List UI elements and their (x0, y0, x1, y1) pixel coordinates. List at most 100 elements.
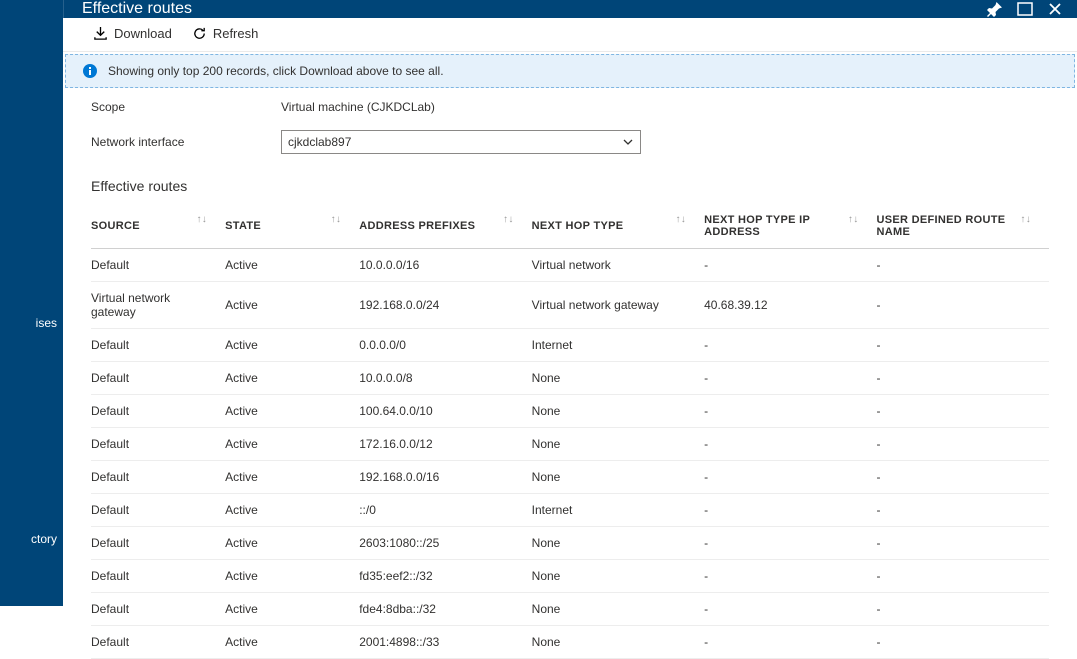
cell-state: Active (225, 282, 359, 329)
cell-source: Default (91, 593, 225, 626)
cell-nexthop_type: None (532, 461, 704, 494)
cell-source: Default (91, 395, 225, 428)
cell-prefixes: 10.0.0.0/16 (359, 249, 531, 282)
cell-state: Active (225, 494, 359, 527)
cell-udr_name: - (877, 428, 1049, 461)
cell-state: Active (225, 249, 359, 282)
cell-nexthop_ip: - (704, 494, 876, 527)
cell-prefixes: 2603:1080::/25 (359, 527, 531, 560)
table-row[interactable]: DefaultActive192.168.0.0/16None-- (91, 461, 1049, 494)
cell-source: Default (91, 428, 225, 461)
cell-udr_name: - (877, 395, 1049, 428)
cell-prefixes: fde4:8dba::/32 (359, 593, 531, 626)
col-state[interactable]: State↑↓ (225, 204, 359, 249)
cell-udr_name: - (877, 560, 1049, 593)
cell-nexthop_type: None (532, 593, 704, 626)
cell-prefixes: ::/0 (359, 494, 531, 527)
left-nav: ises ctory (0, 0, 63, 606)
nic-label: Network interface (91, 135, 281, 149)
cell-source: Virtual network gateway (91, 282, 225, 329)
download-icon (93, 26, 108, 41)
table-row[interactable]: Virtual network gatewayActive192.168.0.0… (91, 282, 1049, 329)
cell-prefixes: 172.16.0.0/12 (359, 428, 531, 461)
cell-nexthop_ip: - (704, 362, 876, 395)
col-udr-name[interactable]: User Defined Route Name↑↓ (877, 204, 1049, 249)
cell-source: Default (91, 626, 225, 659)
cell-nexthop_type: None (532, 395, 704, 428)
refresh-label: Refresh (213, 26, 259, 41)
cell-prefixes: 100.64.0.0/10 (359, 395, 531, 428)
nic-dropdown-value: cjkdclab897 (288, 135, 351, 149)
cell-state: Active (225, 626, 359, 659)
page-title: Effective routes (82, 0, 192, 18)
table-row[interactable]: DefaultActive2603:1080::/25None-- (91, 527, 1049, 560)
table-row[interactable]: DefaultActivefd35:eef2::/32None-- (91, 560, 1049, 593)
cell-prefixes: 192.168.0.0/16 (359, 461, 531, 494)
cell-nexthop_ip: 40.68.39.12 (704, 282, 876, 329)
chevron-down-icon (622, 136, 634, 148)
main-panel: Effective routes Download Refresh Showin… (63, 0, 1077, 606)
table-row[interactable]: DefaultActive0.0.0.0/0Internet-- (91, 329, 1049, 362)
table-row[interactable]: DefaultActive172.16.0.0/12None-- (91, 428, 1049, 461)
cell-nexthop_ip: - (704, 461, 876, 494)
cell-prefixes: 10.0.0.0/8 (359, 362, 531, 395)
cell-state: Active (225, 362, 359, 395)
cell-udr_name: - (877, 329, 1049, 362)
cell-udr_name: - (877, 527, 1049, 560)
cell-source: Default (91, 362, 225, 395)
cell-nexthop_type: None (532, 428, 704, 461)
table-row[interactable]: DefaultActive100.64.0.0/10None-- (91, 395, 1049, 428)
pin-icon[interactable] (987, 1, 1003, 17)
col-nexthop-type[interactable]: Next Hop Type↑↓ (532, 204, 704, 249)
info-icon (82, 63, 98, 79)
cell-nexthop_ip: - (704, 593, 876, 626)
cell-nexthop_ip: - (704, 527, 876, 560)
cell-nexthop_type: Internet (532, 494, 704, 527)
cell-nexthop_type: None (532, 362, 704, 395)
cell-source: Default (91, 560, 225, 593)
cell-nexthop_ip: - (704, 428, 876, 461)
cell-source: Default (91, 329, 225, 362)
info-banner: Showing only top 200 records, click Down… (65, 54, 1075, 88)
table-row[interactable]: DefaultActive10.0.0.0/8None-- (91, 362, 1049, 395)
cell-state: Active (225, 428, 359, 461)
cell-source: Default (91, 494, 225, 527)
nav-item-1[interactable]: ises (0, 310, 63, 336)
cell-udr_name: - (877, 249, 1049, 282)
cell-nexthop_ip: - (704, 560, 876, 593)
cell-udr_name: - (877, 362, 1049, 395)
table-row[interactable]: DefaultActive2001:4898::/33None-- (91, 626, 1049, 659)
col-source[interactable]: Source↑↓ (91, 204, 225, 249)
col-nexthop-ip[interactable]: Next Hop Type IP Address↑↓ (704, 204, 876, 249)
cell-source: Default (91, 527, 225, 560)
col-prefixes[interactable]: Address Prefixes↑↓ (359, 204, 531, 249)
refresh-button[interactable]: Refresh (192, 26, 259, 41)
cell-source: Default (91, 249, 225, 282)
download-button[interactable]: Download (93, 26, 172, 41)
cell-nexthop_type: None (532, 626, 704, 659)
cell-udr_name: - (877, 282, 1049, 329)
table-row[interactable]: DefaultActive::/0Internet-- (91, 494, 1049, 527)
cell-nexthop_ip: - (704, 249, 876, 282)
cell-prefixes: 0.0.0.0/0 (359, 329, 531, 362)
cell-nexthop_ip: - (704, 329, 876, 362)
routes-table-wrap: Source↑↓ State↑↓ Address Prefixes↑↓ Next… (63, 204, 1077, 659)
download-label: Download (114, 26, 172, 41)
scope-value: Virtual machine (CJKDCLab) (281, 100, 435, 114)
cell-nexthop_type: None (532, 560, 704, 593)
cell-prefixes: 2001:4898::/33 (359, 626, 531, 659)
table-row[interactable]: DefaultActivefde4:8dba::/32None-- (91, 593, 1049, 626)
cell-udr_name: - (877, 626, 1049, 659)
cell-udr_name: - (877, 593, 1049, 626)
cell-nexthop_type: Virtual network gateway (532, 282, 704, 329)
nic-dropdown[interactable]: cjkdclab897 (281, 130, 641, 154)
cell-state: Active (225, 593, 359, 626)
cell-state: Active (225, 461, 359, 494)
maximize-icon[interactable] (1017, 1, 1033, 17)
close-icon[interactable] (1047, 1, 1063, 17)
section-title: Effective routes (63, 174, 1077, 204)
table-row[interactable]: DefaultActive10.0.0.0/16Virtual network-… (91, 249, 1049, 282)
routes-table: Source↑↓ State↑↓ Address Prefixes↑↓ Next… (91, 204, 1049, 659)
cell-nexthop_type: None (532, 527, 704, 560)
nav-item-2[interactable]: ctory (0, 526, 63, 552)
